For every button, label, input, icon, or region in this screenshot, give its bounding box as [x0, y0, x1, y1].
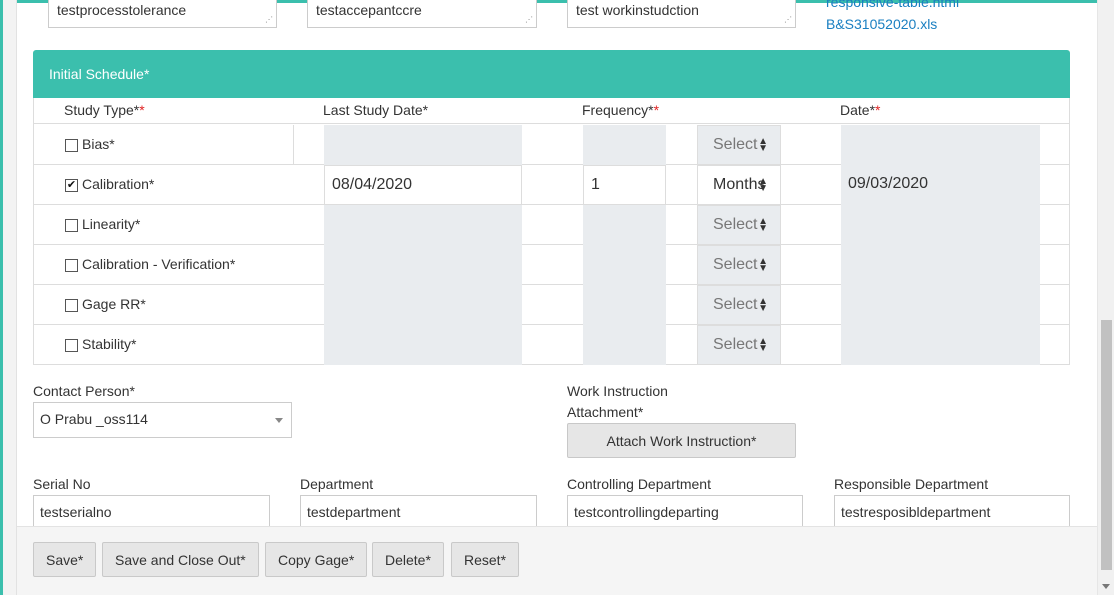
table-row: Linearity* Select ▲ ▼ [34, 205, 1069, 245]
row-label: Gage RR* [82, 296, 146, 312]
header-frequency: Frequency** [582, 102, 660, 118]
date-input[interactable] [841, 205, 1040, 245]
resize-grip-icon[interactable]: ⋰ [525, 15, 533, 24]
left-accent-bar [0, 0, 3, 595]
row-label: Bias* [82, 136, 115, 152]
frequency-unit-value: Select [713, 216, 758, 233]
frequency-unit-value: Select [713, 296, 758, 313]
row-label: Stability* [82, 336, 137, 352]
linearity-checkbox[interactable] [65, 219, 78, 232]
attachment-link-responsive-table[interactable]: responsive-table.html [826, 0, 959, 10]
serial-no-label: Serial No [33, 476, 91, 492]
frequency-unit-select[interactable]: Select ▲ ▼ [697, 285, 781, 325]
last-study-date-input[interactable] [324, 325, 522, 365]
calibration-verification-checkbox[interactable] [65, 259, 78, 272]
initial-schedule-table: Study Type** Last Study Date* Frequency*… [33, 98, 1070, 365]
last-study-date-input[interactable] [324, 285, 522, 325]
acceptance-criteria-textarea[interactable]: testaccepantccre ⋰ [307, 0, 537, 28]
frequency-unit-value: Select [713, 336, 758, 353]
process-tolerance-textarea[interactable]: testprocesstolerance ⋰ [48, 0, 277, 28]
scroll-down-arrow-icon[interactable] [1102, 584, 1110, 589]
department-label: Department [300, 476, 374, 492]
initial-schedule-title: Initial Schedule* [49, 66, 150, 82]
chevron-down-icon [275, 418, 283, 423]
table-row: Gage RR* Select ▲ ▼ [34, 285, 1069, 325]
last-study-date-input[interactable]: 08/04/2020 [324, 165, 522, 205]
frequency-input[interactable] [583, 205, 666, 245]
copy-gage-button[interactable]: Copy Gage* [265, 542, 368, 577]
save-button[interactable]: Save* [33, 542, 97, 577]
reset-button[interactable]: Reset* [451, 542, 520, 577]
vertical-scrollbar[interactable] [1097, 0, 1114, 595]
work-instruction-textarea[interactable]: test workinstudction ⋰ [567, 0, 796, 28]
controlling-department-label: Controlling Department [567, 476, 711, 492]
attachment-link-xls[interactable]: B&S31052020.xls [826, 16, 937, 32]
select-spinner-icon: ▲ ▼ [758, 136, 768, 154]
select-spinner-icon: ▲ ▼ [758, 336, 768, 354]
resize-grip-icon[interactable]: ⋰ [784, 15, 792, 24]
table-row: Calibration - Verification* Select ▲ ▼ [34, 245, 1069, 285]
work-instruction-label-line2: Attachment* [567, 404, 644, 420]
select-spinner-icon: ▲ ▼ [758, 256, 768, 274]
acceptance-criteria-value: testaccepantccre [316, 2, 422, 18]
date-input[interactable] [841, 325, 1040, 365]
bias-checkbox[interactable] [65, 139, 78, 152]
frequency-unit-select[interactable]: Select ▲ ▼ [697, 245, 781, 285]
scrollbar-thumb[interactable] [1101, 320, 1112, 570]
save-and-close-out-button[interactable]: Save and Close Out* [102, 542, 259, 577]
stability-checkbox[interactable] [65, 339, 78, 352]
process-tolerance-value: testprocesstolerance [57, 2, 187, 18]
frequency-unit-select[interactable]: Select ▲ ▼ [697, 325, 781, 365]
frequency-input[interactable]: 1 [583, 165, 666, 205]
resize-grip-icon[interactable]: ⋰ [265, 15, 273, 24]
frequency-unit-value: Select [713, 136, 758, 153]
last-study-date-input[interactable] [324, 205, 522, 245]
last-study-date-input[interactable] [324, 125, 522, 165]
select-spinner-icon: ▲ ▼ [758, 176, 768, 194]
table-header-row: Study Type** Last Study Date* Frequency*… [34, 98, 1069, 124]
last-study-date-input[interactable] [324, 245, 522, 285]
left-frame [0, 0, 17, 595]
date-input[interactable] [841, 125, 1040, 165]
contact-person-label: Contact Person* [33, 383, 135, 399]
header-study-type: Study Type** [64, 102, 145, 118]
work-instruction-value: test workinstudction [576, 2, 699, 18]
gage-rr-checkbox[interactable] [65, 299, 78, 312]
select-spinner-icon: ▲ ▼ [758, 296, 768, 314]
table-row: ✔ Calibration* 08/04/2020 1 Months ▲ ▼ 09… [34, 165, 1069, 205]
frequency-unit-value: Select [713, 256, 758, 273]
row-label: Linearity* [82, 216, 141, 232]
contact-person-select[interactable]: O Prabu _oss114 [33, 402, 292, 438]
responsible-department-label: Responsible Department [834, 476, 989, 492]
delete-button[interactable]: Delete* [372, 542, 444, 577]
table-row: Bias* Select ▲ ▼ [34, 125, 1069, 165]
calibration-checkbox[interactable]: ✔ [65, 179, 78, 192]
header-date: Date** [840, 102, 881, 118]
work-instruction-label-line1: Work Instruction [567, 383, 668, 399]
frequency-input[interactable] [583, 325, 666, 365]
row-label: Calibration* [82, 176, 155, 192]
initial-schedule-header: Initial Schedule* [33, 50, 1070, 98]
frequency-unit-select[interactable]: Months ▲ ▼ [697, 165, 781, 205]
date-input[interactable] [841, 285, 1040, 325]
frequency-input[interactable] [583, 125, 666, 165]
attach-work-instruction-button[interactable]: Attach Work Instruction* [567, 423, 796, 458]
select-spinner-icon: ▲ ▼ [758, 216, 768, 234]
cell-divider [293, 125, 294, 165]
frequency-unit-select[interactable]: Select ▲ ▼ [697, 205, 781, 245]
contact-person-value: O Prabu _oss114 [40, 411, 148, 427]
frequency-input[interactable] [583, 285, 666, 325]
table-row: Stability* Select ▲ ▼ [34, 325, 1069, 365]
footer-action-bar: Save* Save and Close Out* Copy Gage* Del… [17, 526, 1097, 595]
frequency-unit-select[interactable]: Select ▲ ▼ [697, 125, 781, 165]
date-input[interactable] [841, 245, 1040, 285]
date-input: 09/03/2020 [841, 165, 1040, 205]
frequency-input[interactable] [583, 245, 666, 285]
header-last-study-date: Last Study Date* [323, 102, 429, 118]
row-label: Calibration - Verification* [82, 256, 236, 272]
